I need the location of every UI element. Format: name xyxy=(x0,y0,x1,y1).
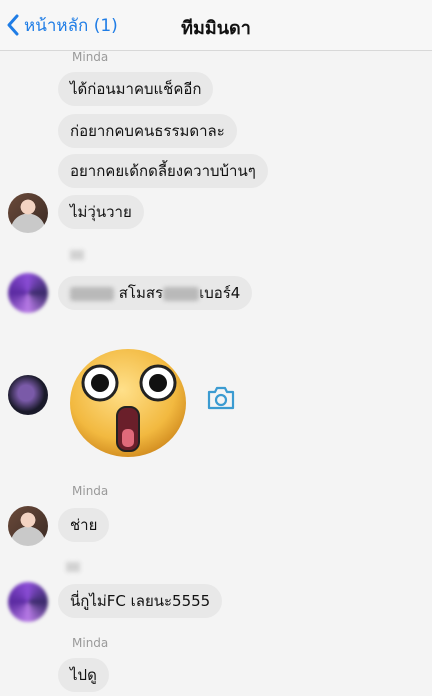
message-bubble[interactable]: อยากคยเด้กดลี้ยงควาบบ้านๆ xyxy=(58,154,268,188)
message-list[interactable]: Minda ได้ก่อนมาคบแช็คอีก ก่อยากคบคนธรรมด… xyxy=(0,50,432,696)
message-bubble[interactable]: ได้ก่อนมาคบแช็คอีก xyxy=(58,72,214,106)
avatar[interactable] xyxy=(8,273,48,313)
camera-icon[interactable] xyxy=(206,385,236,411)
message-bubble[interactable]: สโมสร เบอร์4 xyxy=(58,276,253,310)
message-text: สโมสร xyxy=(118,284,164,302)
message-bubble[interactable]: ก่อยากคบคนธรรมดาละ xyxy=(58,114,237,148)
sender-name: Minda xyxy=(72,484,109,498)
censored-text xyxy=(70,286,114,301)
blurred-sender-name xyxy=(66,562,80,572)
avatar[interactable] xyxy=(8,506,48,546)
sender-name: Minda xyxy=(72,50,109,64)
sender-name: Minda xyxy=(72,636,109,650)
surprised-face-sticker[interactable] xyxy=(66,343,190,467)
nav-bar: หน้าหลัก (1) ทีมมินดา xyxy=(0,0,432,51)
message-bubble[interactable]: ไปดู xyxy=(58,658,109,692)
message-bubble[interactable]: นี่กูไม่FC เลยนะ5555 xyxy=(58,584,223,618)
message-bubble[interactable]: ช่าย xyxy=(58,508,110,542)
message-text: เบอร์4 xyxy=(199,284,241,302)
avatar[interactable] xyxy=(8,582,48,622)
censored-text xyxy=(163,286,200,301)
blurred-sender-name xyxy=(70,250,84,260)
avatar[interactable] xyxy=(8,193,48,233)
conversation-title: ทีมมินดา xyxy=(181,18,251,39)
avatar[interactable] xyxy=(8,375,48,415)
message-bubble[interactable]: ไม่วุ่นวาย xyxy=(58,195,144,229)
